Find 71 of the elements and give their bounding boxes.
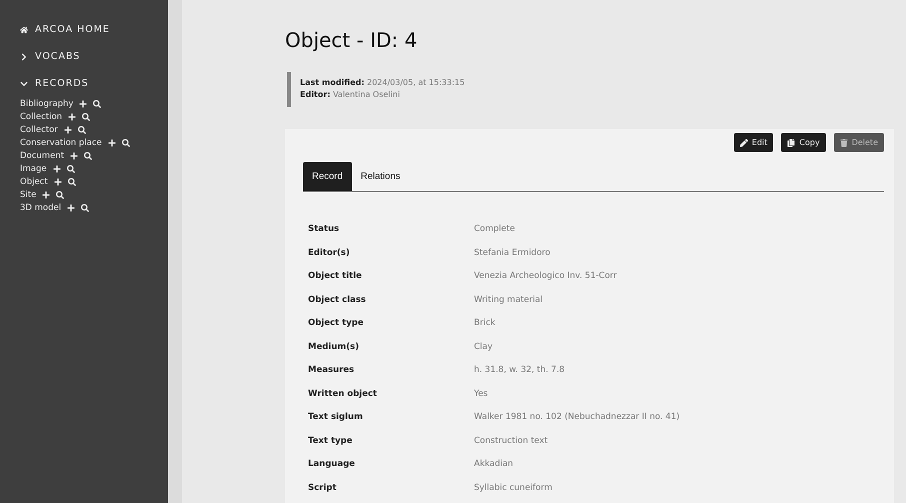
add-icon[interactable] [70, 152, 78, 160]
record-type-link[interactable]: Collector [20, 125, 58, 135]
field-value: h. 31.8, w. 32, th. 7.8 [474, 364, 566, 377]
field-value: Writing material [474, 294, 544, 306]
tab[interactable]: Record [303, 162, 352, 191]
copy-button[interactable]: Copy [781, 133, 826, 152]
add-icon[interactable] [52, 165, 61, 173]
copy-icon [787, 138, 796, 146]
nav-section[interactable]: VOCABS [20, 51, 168, 62]
pencil-icon [740, 138, 748, 146]
field-label: Language [308, 458, 356, 471]
field-value: Complete [474, 223, 516, 236]
search-icon[interactable] [84, 152, 92, 160]
record-type-link[interactable]: 3D model [20, 203, 62, 213]
trash-icon [840, 138, 848, 146]
field-value: Brick [474, 317, 496, 330]
field-label: Measures [308, 364, 356, 377]
field-value: Clay [474, 340, 494, 354]
add-icon[interactable] [64, 126, 72, 134]
field-value: Syllabic cuneiform [474, 482, 554, 494]
search-icon[interactable] [81, 204, 90, 212]
add-icon[interactable] [108, 139, 116, 147]
field-value: Venezia Archeologico Inv. 51-Corr [474, 270, 618, 283]
search-icon[interactable] [82, 113, 90, 121]
page-title: Object - ID: 4 [285, 28, 418, 52]
add-icon[interactable] [67, 204, 76, 212]
chevron-right-icon [20, 52, 28, 60]
nav-section-label: RECORDS [35, 78, 89, 89]
field-value: Construction text [474, 434, 549, 448]
add-icon[interactable] [42, 191, 50, 199]
field-label: Text siglum [308, 411, 364, 424]
field-label: Medium(s) [308, 340, 360, 354]
chevron-down-icon [20, 80, 28, 88]
edit-button[interactable]: Edit [734, 133, 774, 152]
add-icon[interactable] [54, 178, 62, 186]
scrollbar[interactable] [168, 0, 182, 503]
add-icon[interactable] [68, 113, 76, 121]
record-type-link[interactable]: Collection [20, 112, 62, 122]
record-type-link[interactable]: Object [20, 177, 48, 187]
nav-section-label: VOCABS [35, 51, 80, 62]
record-type-link[interactable]: Conservation place [20, 138, 102, 148]
search-icon[interactable] [78, 126, 86, 134]
field-label: Object title [308, 270, 363, 283]
field-label: Editor(s) [308, 246, 351, 260]
field-label: Written object [308, 388, 378, 400]
field-label: Object type [308, 317, 365, 330]
field-label: Script [308, 482, 338, 494]
search-icon[interactable] [66, 165, 75, 173]
field-value: Yes [474, 388, 489, 400]
field-value: Akkadian [474, 458, 514, 471]
search-icon[interactable] [122, 139, 130, 147]
nav-section[interactable]: RECORDS [20, 78, 168, 89]
field-label: Object class [308, 294, 367, 306]
record-type-link[interactable]: Site [20, 190, 36, 200]
field-label: Status [308, 223, 340, 236]
search-icon[interactable] [56, 191, 64, 199]
metadata-line: Last modified: 2024/03/05, at 15:33:15 [300, 78, 466, 87]
field-value: Walker 1981 no. 102 (Nebuchadnezzar II no. 41) [474, 411, 681, 424]
field-label: Text type [308, 434, 354, 448]
metadata-line: Editor: Valentina Oselini [300, 90, 401, 99]
tab[interactable]: Relations [352, 162, 410, 191]
record-type-link[interactable]: Image [20, 164, 47, 174]
home-label: ARCOA HOME [35, 24, 110, 35]
search-icon[interactable] [93, 100, 102, 108]
record-type-link[interactable]: Document [20, 151, 64, 161]
search-icon[interactable] [68, 178, 76, 186]
home-icon [20, 26, 28, 34]
home-link[interactable]: ARCOA HOME [20, 24, 168, 35]
record-type-link[interactable]: Bibliography [20, 99, 74, 109]
field-value: Stefania Ermidoro [474, 246, 552, 260]
add-icon[interactable] [79, 100, 88, 108]
